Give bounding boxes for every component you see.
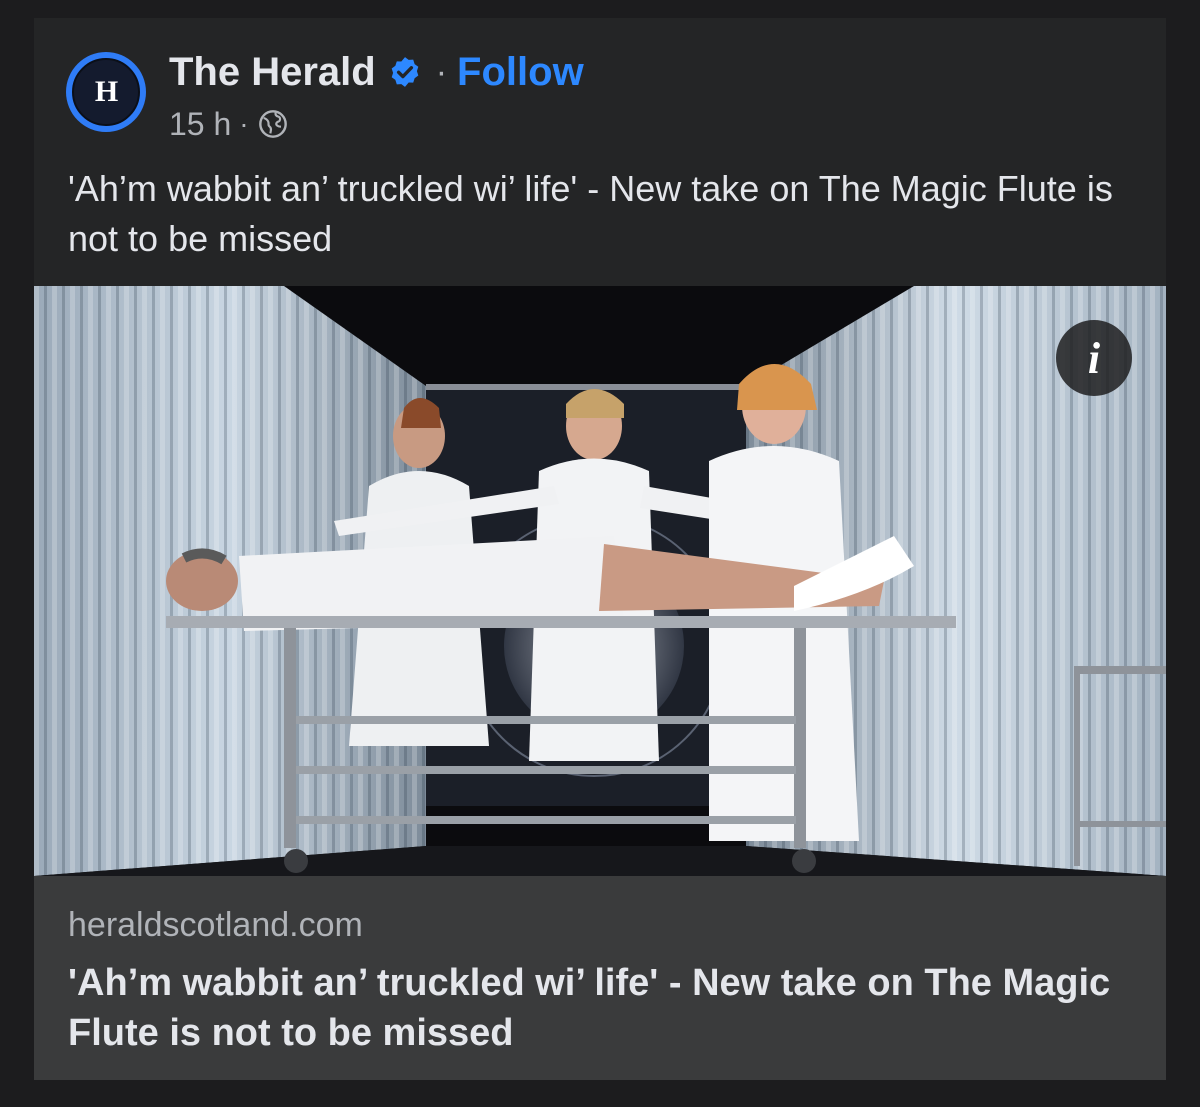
post-caption: 'Ah’m wabbit an’ truckled wi’ life' - Ne…	[68, 168, 1113, 259]
info-icon: i	[1087, 333, 1101, 383]
opera-stage-image	[34, 286, 1166, 876]
herald-logo: H	[72, 58, 140, 126]
post-card: H The Herald · Follow 15 h · 'Ah’m wabbi…	[34, 18, 1166, 1080]
follow-button[interactable]: Follow	[457, 50, 584, 95]
link-domain: heraldscotland.com	[68, 906, 363, 944]
post-timestamp[interactable]: 15 h	[169, 106, 231, 143]
page-name[interactable]: The Herald	[169, 50, 376, 95]
avatar-letter: H	[94, 75, 118, 108]
post-meta: 15 h ·	[169, 106, 289, 142]
link-preview[interactable]: heraldscotland.com 'Ah’m wabbit an’ truc…	[34, 876, 1166, 1080]
page-avatar[interactable]: H	[66, 52, 146, 132]
post-header: The Herald · Follow	[169, 48, 584, 96]
info-button[interactable]: i	[1056, 320, 1132, 396]
globe-icon[interactable]	[257, 108, 289, 140]
verified-badge-icon	[391, 57, 419, 87]
post-photo[interactable]	[34, 286, 1166, 876]
link-title: 'Ah’m wabbit an’ truckled wi’ life' - Ne…	[68, 962, 1111, 1054]
meta-separator-dot: ·	[239, 108, 249, 139]
separator-dot: ·	[435, 52, 448, 91]
